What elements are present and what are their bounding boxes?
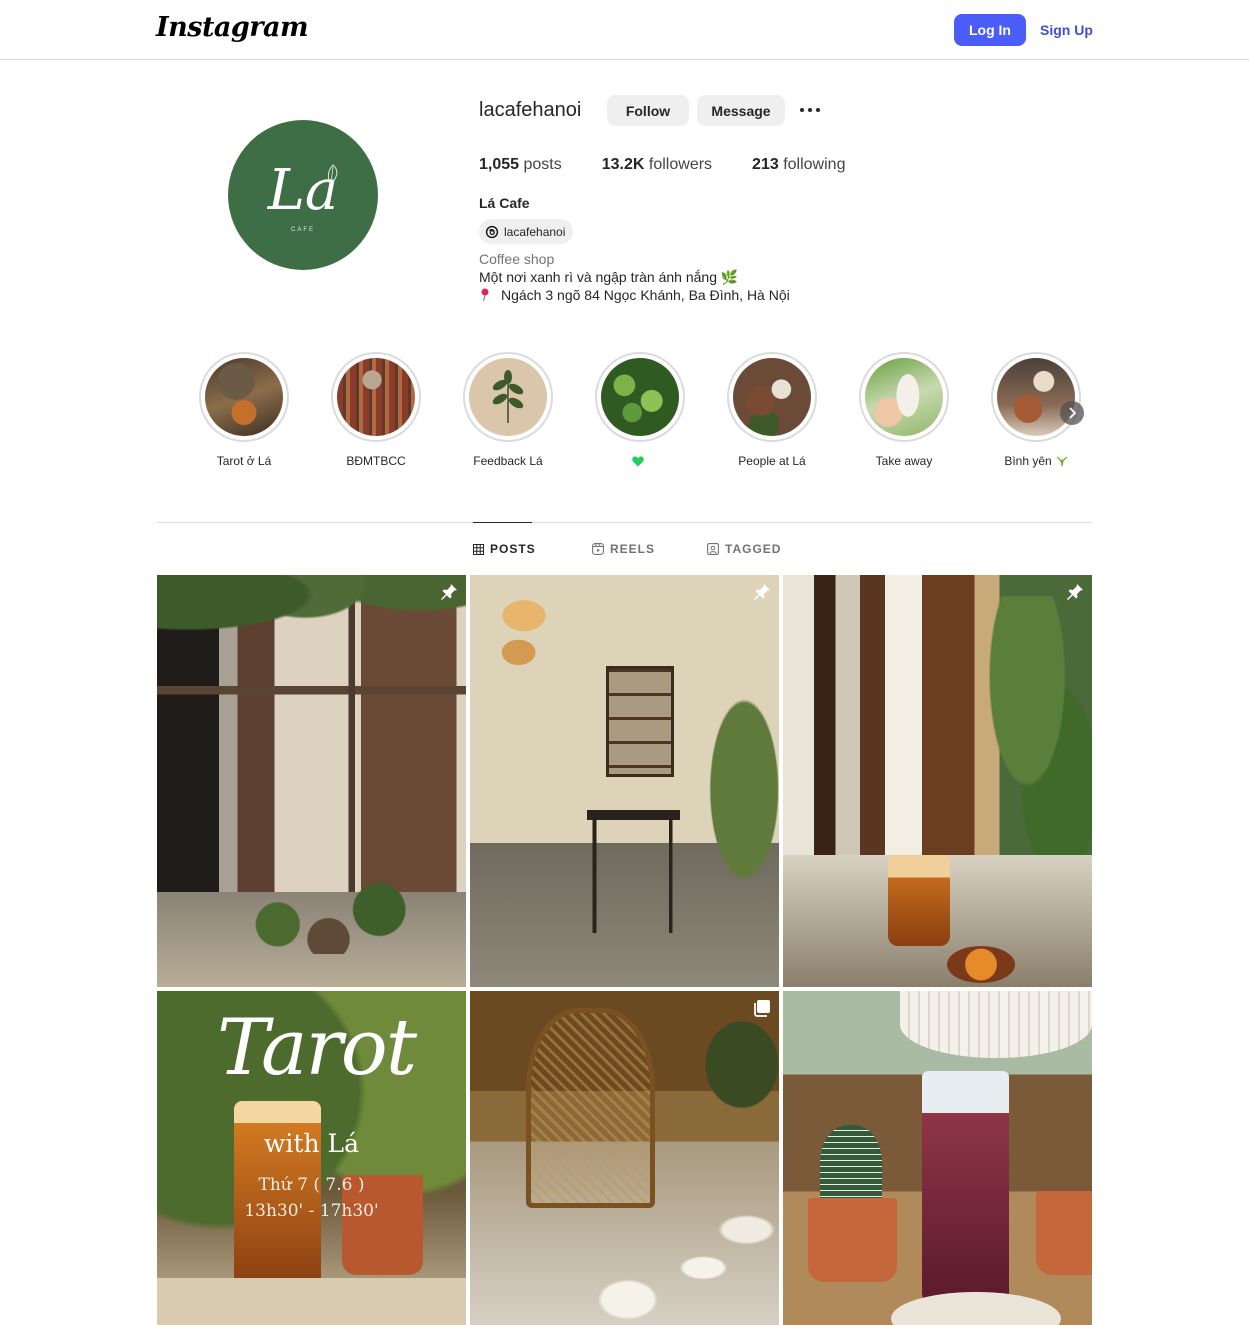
profile-username: lacafehanoi — [479, 99, 582, 121]
highlight-label: Bình yên — [991, 454, 1081, 468]
posts-label: posts — [523, 156, 562, 173]
chevron-right-icon — [1069, 407, 1076, 419]
following-stat[interactable]: 213 following — [752, 156, 845, 174]
profile-full-name: Lá Cafe — [479, 195, 530, 211]
highlight-green-heart[interactable] — [595, 352, 685, 468]
reels-icon — [592, 543, 604, 555]
post-tile-iced-drink-cactus[interactable] — [783, 991, 1092, 1325]
active-tab-indicator — [473, 522, 532, 523]
highlight-takeaway[interactable]: Take away — [859, 352, 949, 468]
leaf-thumb — [469, 358, 547, 436]
highlight-bdmtbcc[interactable]: BĐMTBCC — [331, 352, 421, 468]
highlight-people[interactable]: People at Lá — [727, 352, 817, 468]
highlight-label: Feedback Lá — [473, 454, 543, 468]
following-label: following — [783, 156, 846, 173]
tab-tagged[interactable]: TAGGED — [707, 541, 781, 557]
post-image-plants — [243, 879, 414, 955]
post-image-shelf — [605, 665, 674, 777]
post-image-pot — [807, 1198, 898, 1282]
avatar-logo-subtext: CAFE — [290, 227, 315, 233]
highlight-label: Tarot ở Lá — [216, 454, 272, 468]
more-options-icon[interactable] — [797, 100, 823, 120]
threads-link[interactable]: lacafehanoi — [479, 219, 574, 244]
post-image-table — [587, 809, 681, 934]
post-image-plants — [983, 595, 1092, 864]
post-image-foliage — [157, 575, 466, 674]
pinned-icon — [441, 584, 457, 600]
bio-address: Ngách 3 ngõ 84 Ngọc Khánh, Ba Đình, Hà N… — [479, 287, 790, 303]
tarot-thumb — [205, 358, 283, 436]
following-count: 213 — [752, 156, 779, 173]
post-tile-rattan-chair[interactable] — [470, 991, 779, 1325]
bio-address-text: Ngách 3 ngõ 84 Ngọc Khánh, Ba Đình, Hà N… — [501, 287, 790, 303]
post-image-chair — [525, 1007, 656, 1209]
profile-stats: 1,055 posts 13.2K followers 213 followin… — [479, 156, 885, 174]
highlight-label: BĐMTBCC — [346, 454, 406, 468]
post-image-lamps — [470, 591, 579, 691]
highlight-tarot[interactable]: Tarot ở Lá — [199, 352, 289, 468]
highlight-label: People at Lá — [738, 454, 806, 468]
pinned-icon — [754, 584, 770, 600]
follow-button[interactable]: Follow — [607, 95, 689, 126]
herb-icon — [1056, 456, 1068, 467]
post-image-cactus — [820, 1124, 882, 1209]
threads-handle: lacafehanoi — [504, 224, 566, 239]
bottle-thumb — [865, 358, 943, 436]
leaf-icon — [327, 164, 338, 185]
posts-stat: 1,055 posts — [479, 156, 562, 174]
profile-avatar[interactable]: La CAFE — [228, 120, 378, 270]
people-thumb — [733, 358, 811, 436]
pushpin-icon — [481, 288, 489, 302]
highlights-next-button[interactable] — [1060, 401, 1084, 425]
post-image-plant — [686, 997, 779, 1132]
bio-line-1: Một nơi xanh rì và ngập tràn ánh nắng 🌿 — [479, 269, 739, 285]
instagram-logo[interactable]: Instagram — [156, 12, 309, 43]
story-highlights: Tarot ở Lá BĐMTBCC Feedback Lá People at… — [199, 352, 1099, 472]
post-image-tea-glass — [888, 855, 950, 946]
tarot-overlay-time: 13h30' - 17h30' — [244, 1201, 379, 1221]
login-button[interactable]: Log In — [954, 14, 1026, 46]
post-image-lampshade — [900, 991, 1092, 1058]
green-heart-icon — [632, 456, 644, 466]
post-tile-tarot-event[interactable]: Tarot with Lá Thứ 7 ( 7.6 ) 13h30' - 17h… — [157, 991, 466, 1325]
post-tile-tea-by-window[interactable] — [783, 575, 1092, 987]
followers-count: 13.2K — [601, 156, 645, 173]
post-image-glass — [922, 1071, 1009, 1305]
tarot-overlay-subtitle: with Lá — [264, 1129, 359, 1158]
post-tile-cafe-facade[interactable] — [157, 575, 466, 987]
post-image-table — [157, 1278, 466, 1325]
post-image-orange — [946, 945, 1015, 983]
carousel-icon — [754, 1000, 770, 1017]
post-image-light-spots — [562, 1198, 779, 1325]
followers-stat[interactable]: 13.2K followers — [602, 156, 712, 174]
highlight-feedback[interactable]: Feedback Lá — [463, 352, 553, 468]
pinned-icon — [1067, 584, 1083, 600]
tarot-overlay-title: Tarot — [217, 1003, 417, 1093]
highlight-label: Take away — [875, 454, 933, 468]
tagged-icon — [707, 543, 719, 555]
grid-icon — [473, 543, 484, 555]
posts-count: 1,055 — [479, 156, 520, 173]
tab-posts[interactable]: POSTS — [473, 541, 536, 557]
signup-button[interactable]: Sign Up — [1040, 14, 1093, 46]
tabs-divider — [157, 522, 1092, 523]
top-navigation-bar: Instagram Log In Sign Up — [0, 0, 1249, 60]
drink-thumb — [997, 358, 1075, 436]
profile-category: Coffee shop — [479, 251, 555, 267]
tarot-overlay-date: Thứ 7 ( 7.6 ) — [258, 1175, 365, 1195]
post-image-pot-right — [1036, 1191, 1092, 1275]
post-image-plant — [692, 698, 779, 926]
highlight-label — [595, 454, 685, 468]
threads-icon — [485, 225, 499, 238]
tab-reels[interactable]: REELS — [592, 541, 655, 557]
plant-thumb — [601, 358, 679, 436]
cat-thumb — [337, 358, 415, 436]
message-button[interactable]: Message — [697, 95, 785, 126]
post-tile-interior-table[interactable] — [470, 575, 779, 987]
followers-label: followers — [648, 156, 713, 173]
